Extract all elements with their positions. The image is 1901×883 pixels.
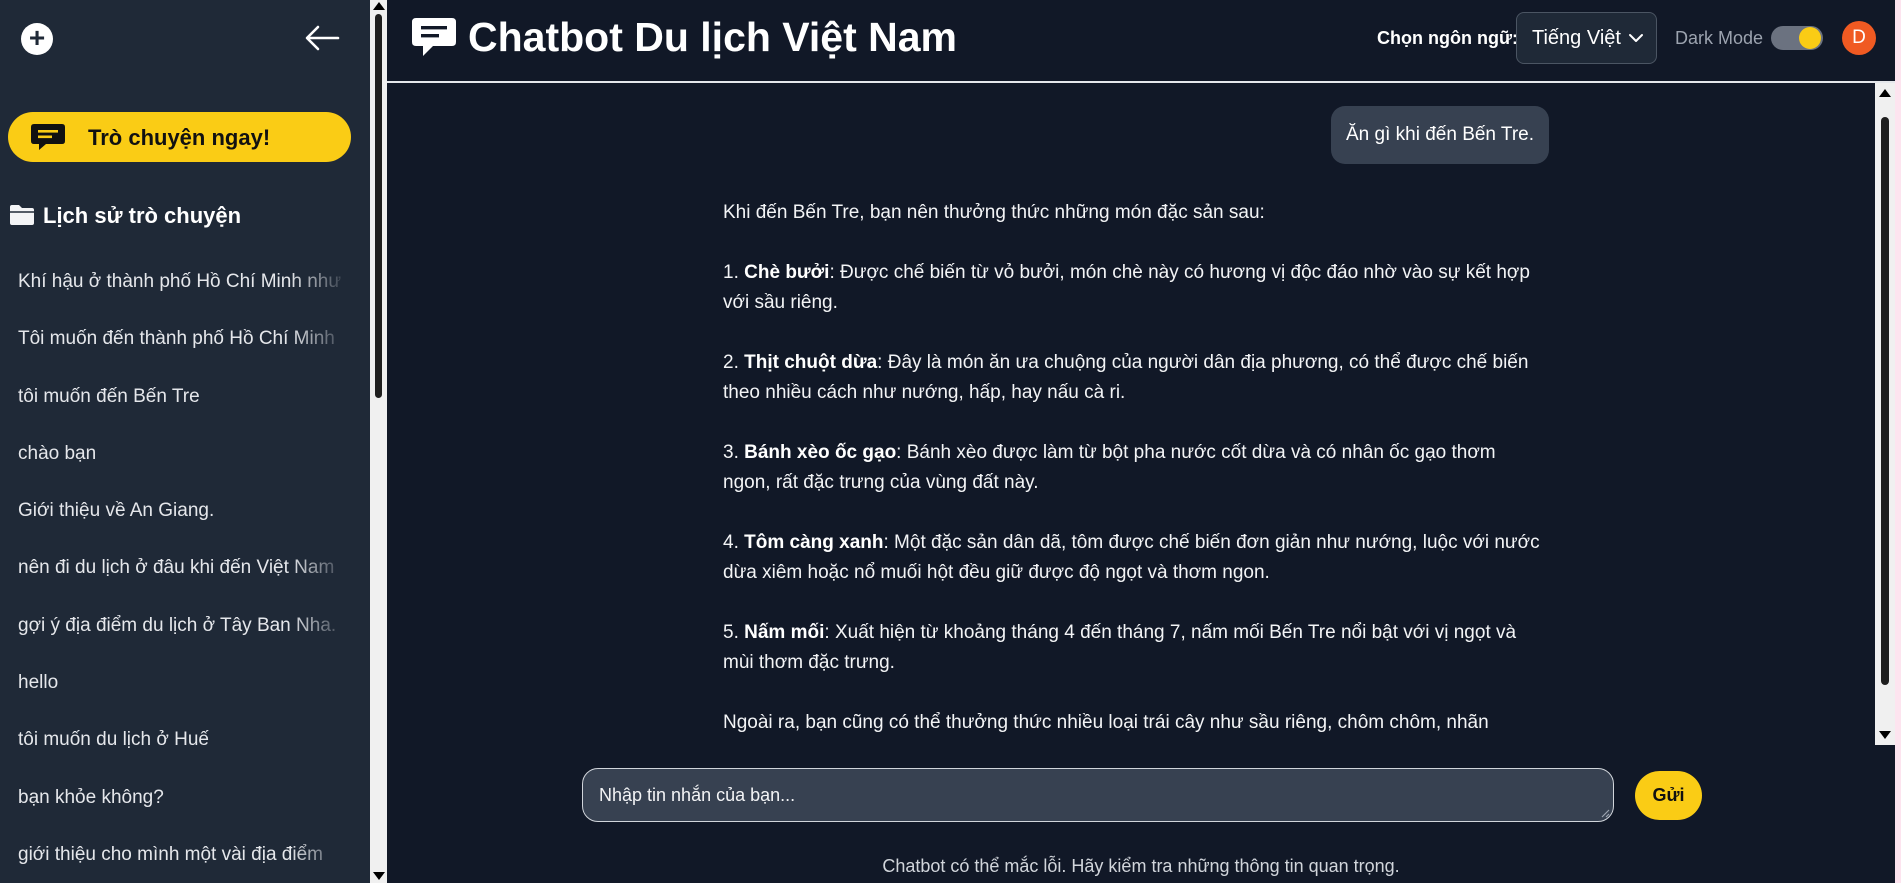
- language-label: Chọn ngôn ngữ:: [1377, 28, 1518, 48]
- chevron-down-icon: [1629, 34, 1643, 42]
- history-item[interactable]: gợi ý địa điểm du lịch ở Tây Ban Nha.: [0, 605, 350, 664]
- chat-area: Ăn gì khi đến Bến Tre. Khi đến Bến Tre, …: [387, 85, 1875, 745]
- folder-icon: [10, 205, 34, 225]
- history-item[interactable]: giới thiệu cho mình một vài địa điểm: [0, 834, 350, 883]
- bot-item: 1. Chè bưởi: Được chế biến từ vỏ bưởi, m…: [723, 262, 1530, 313]
- message-placeholder: Nhập tin nhắn của bạn...: [599, 785, 796, 805]
- disclaimer-note: Chatbot có thể mắc lỗi. Hãy kiểm tra nhữ…: [882, 856, 1400, 876]
- dark-mode-toggle[interactable]: [1771, 26, 1823, 50]
- bot-item: 4. Tôm càng xanh: Một đặc sản dân dã, tô…: [723, 532, 1540, 583]
- page-title: Chatbot Du lịch Việt Nam: [468, 14, 958, 60]
- sidebar-scroll-thumb[interactable]: [375, 14, 382, 398]
- message-input[interactable]: Nhập tin nhắn của bạn...: [582, 768, 1614, 822]
- history-item[interactable]: tôi muốn đến Bến Tre: [0, 376, 350, 434]
- send-button[interactable]: Gửi: [1635, 771, 1702, 820]
- bot-message: Khi đến Bến Tre, bạn nên thưởng thức nhữ…: [723, 198, 1543, 738]
- resize-grip-icon[interactable]: [1600, 808, 1610, 818]
- scroll-down-arrow-icon[interactable]: [1879, 731, 1891, 739]
- history-item[interactable]: Giới thiệu về An Giang.: [0, 491, 350, 549]
- language-select[interactable]: Tiếng Việt: [1516, 12, 1657, 64]
- new-chat-button[interactable]: +: [21, 23, 53, 55]
- sidebar-top-bar: +: [0, 0, 370, 80]
- chat-scrollbar[interactable]: [1875, 83, 1895, 745]
- chat-bubble-icon: [31, 124, 65, 150]
- sidebar: + Trò chuyện ngay! Lịch sử trò chuyện Kh…: [0, 0, 370, 883]
- language-value: Tiếng Việt: [1532, 27, 1621, 49]
- scroll-down-arrow-icon[interactable]: [373, 872, 385, 880]
- window-edge: [1895, 0, 1901, 883]
- chat-scroll-thumb[interactable]: [1881, 117, 1889, 685]
- sidebar-scrollbar[interactable]: [370, 0, 387, 883]
- bot-item: 3. Bánh xèo ốc gạo: Bánh xèo được làm từ…: [723, 442, 1496, 493]
- history-item[interactable]: bạn khỏe không?: [0, 777, 350, 835]
- history-item[interactable]: Khí hậu ở thành phố Hồ Chí Minh như: [0, 262, 350, 320]
- bot-item: 5. Nấm mối: Xuất hiện từ khoảng tháng 4 …: [723, 622, 1517, 673]
- history-title: Lịch sử trò chuyện: [43, 203, 242, 228]
- chat-now-button[interactable]: Trò chuyện ngay!: [8, 112, 351, 162]
- chat-bubble-icon: [412, 18, 456, 56]
- toggle-knob: [1799, 27, 1821, 49]
- main-panel: Chatbot Du lịch Việt Nam Chọn ngôn ngữ: …: [387, 0, 1895, 883]
- history-list: Khí hậu ở thành phố Hồ Chí Minh như Tôi …: [0, 262, 350, 883]
- avatar[interactable]: D: [1842, 21, 1876, 55]
- bot-outro: Ngoài ra, bạn cũng có thể thưởng thức nh…: [723, 712, 1489, 733]
- history-item[interactable]: nên đi du lịch ở đâu khi đến Việt Nam: [0, 548, 350, 606]
- bot-intro: Khi đến Bến Tre, bạn nên thưởng thức nhữ…: [723, 202, 1265, 223]
- header: Chatbot Du lịch Việt Nam Chọn ngôn ngữ: …: [387, 0, 1895, 83]
- history-item[interactable]: hello: [0, 663, 350, 721]
- scroll-up-arrow-icon[interactable]: [373, 2, 385, 10]
- scroll-up-arrow-icon[interactable]: [1879, 89, 1891, 97]
- history-item[interactable]: Tôi muốn đến thành phố Hồ Chí Minh: [0, 319, 350, 377]
- history-item[interactable]: tôi muốn du lịch ở Huế: [0, 720, 350, 778]
- dark-mode-label: Dark Mode: [1675, 28, 1764, 48]
- arrow-left-icon[interactable]: [302, 18, 342, 58]
- plus-icon: +: [28, 22, 46, 53]
- bot-item: 2. Thịt chuột dừa: Đây là món ăn ưa chuộ…: [723, 352, 1529, 403]
- history-item[interactable]: chào bạn: [0, 433, 350, 492]
- chat-now-label: Trò chuyện ngay!: [88, 125, 271, 150]
- user-message: Ăn gì khi đến Bến Tre.: [1331, 106, 1550, 164]
